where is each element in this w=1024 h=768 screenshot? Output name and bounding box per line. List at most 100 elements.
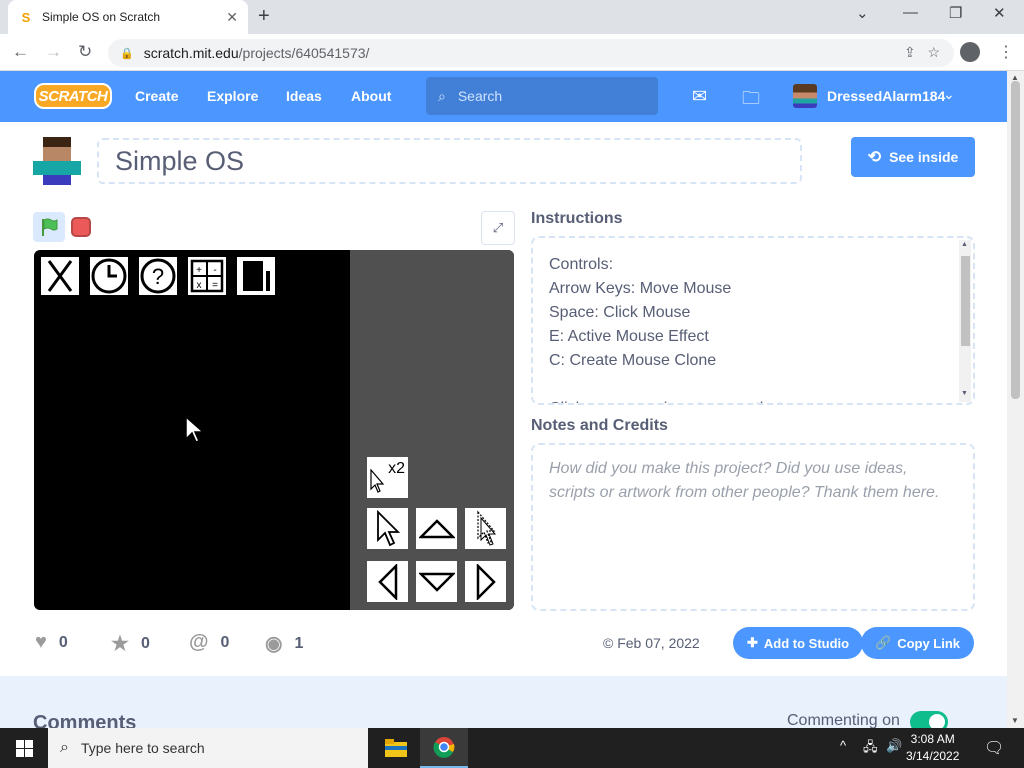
nav-ideas[interactable]: Ideas: [286, 88, 322, 104]
tab-search-chevron-icon[interactable]: ⌄: [856, 4, 869, 22]
close-tab-icon[interactable]: ✕: [226, 9, 238, 26]
favorite-count: 0: [140, 634, 150, 652]
tab-title: Simple OS on Scratch: [42, 10, 161, 24]
mouse-effect-button[interactable]: [465, 508, 506, 549]
click-mouse-button[interactable]: [367, 508, 408, 549]
green-flag-icon: [42, 218, 58, 236]
love-count: 0: [58, 633, 68, 651]
windows-start-button[interactable]: [0, 728, 48, 768]
share-and-bookmark-icons[interactable]: ⇪ ☆: [904, 44, 940, 61]
favorite-stat[interactable]: ★ 0: [111, 631, 150, 656]
chrome-taskbar-icon[interactable]: [420, 728, 468, 768]
instructions-scrollbar[interactable]: ▲ ▼: [959, 240, 971, 402]
down-arrow-button[interactable]: [416, 561, 457, 602]
notifications-icon[interactable]: 🗨: [984, 738, 1004, 758]
instructions-textarea[interactable]: Controls: Arrow Keys: Move Mouse Space: …: [531, 236, 975, 405]
search-icon: ⌕: [438, 87, 446, 104]
search-input[interactable]: ⌕ Search: [426, 77, 658, 115]
up-arrow-button[interactable]: [416, 508, 457, 549]
see-inside-label: See inside: [889, 149, 959, 165]
scratch-favicon-icon: S: [21, 9, 31, 25]
see-inside-button[interactable]: ⟲ See inside: [851, 137, 975, 177]
green-flag-button[interactable]: [33, 212, 65, 242]
notes-placeholder: How did you make this project? Did you u…: [549, 460, 940, 501]
file-explorer-taskbar-icon[interactable]: [372, 728, 420, 768]
view-count: 1: [294, 634, 304, 652]
profile-avatar-icon[interactable]: [960, 42, 980, 62]
remix-count: 0: [220, 633, 230, 651]
scratch-navbar: SCRATCH Create Explore Ideas About ⌕ Sea…: [0, 71, 1007, 122]
project-author-avatar[interactable]: [33, 137, 81, 185]
new-tab-icon[interactable]: +: [258, 5, 270, 28]
back-arrow-icon[interactable]: ←: [12, 42, 29, 62]
minimize-icon[interactable]: —: [903, 4, 918, 21]
browser-tab[interactable]: S Simple OS on Scratch ✕: [8, 0, 248, 34]
show-hidden-icons-icon[interactable]: ^: [840, 738, 846, 753]
copy-link-button[interactable]: 🔗 Copy Link: [861, 627, 975, 659]
page-scrollbar[interactable]: ▲ ▼: [1007, 71, 1024, 728]
browser-menu-icon[interactable]: ⋮: [998, 42, 1014, 62]
scroll-up-icon[interactable]: ▲: [961, 241, 968, 248]
left-arrow-button[interactable]: [367, 561, 408, 602]
taskbar-search-placeholder: Type here to search: [80, 740, 205, 756]
virtual-mouse-cursor-icon: [185, 415, 205, 443]
nav-about[interactable]: About: [351, 88, 391, 104]
svg-text:-: -: [213, 265, 216, 276]
project-date: © Feb 07, 2022: [603, 635, 700, 651]
calculator-app-icon[interactable]: + - x =: [186, 255, 228, 297]
instructions-scroll-thumb[interactable]: [961, 256, 970, 346]
windows-taskbar: ⌕ Type here to search ^ 🖧 🔊 3:08 AM 3/14…: [0, 728, 1024, 768]
scroll-down-icon[interactable]: ▼: [1011, 716, 1019, 725]
see-inside-icon: ⟲: [867, 149, 882, 166]
username[interactable]: DressedAlarm184: [827, 88, 945, 104]
url-host: scratch.mit.edu: [143, 45, 239, 61]
close-app-icon[interactable]: [39, 255, 81, 297]
add-to-studio-button[interactable]: ✚ Add to Studio: [733, 627, 864, 659]
notes-textarea[interactable]: How did you make this project? Did you u…: [531, 443, 975, 611]
user-avatar[interactable]: [793, 84, 817, 108]
instruction-line: E: Active Mouse Effect: [549, 328, 709, 345]
window-close-icon[interactable]: ✕: [993, 4, 1006, 22]
address-bar[interactable]: 🔒 scratch.mit.edu/projects/640541573/ ⇪ …: [108, 39, 954, 67]
windows-logo-icon: [15, 739, 33, 757]
my-stuff-folder-icon[interactable]: 🗀: [742, 86, 760, 116]
network-icon[interactable]: 🖧: [863, 738, 878, 760]
lock-icon: 🔒: [120, 47, 134, 60]
plus-icon: ✚: [747, 635, 758, 650]
forward-arrow-icon[interactable]: →: [45, 42, 62, 62]
link-icon: 🔗: [875, 635, 892, 650]
fullscreen-button[interactable]: ⤢: [481, 211, 515, 245]
clock-time: 3:08 AM: [910, 732, 955, 746]
stage-control-panel: [350, 250, 514, 610]
nav-explore[interactable]: Explore: [207, 88, 258, 104]
instruction-line: Click on an app icon to open that app.: [549, 397, 957, 403]
scratch-logo[interactable]: SCRATCH: [34, 83, 112, 109]
svg-text:?: ?: [152, 264, 164, 289]
clone-mouse-x2-button[interactable]: x2: [367, 457, 408, 498]
reload-icon[interactable]: ↻: [78, 42, 92, 62]
scrollbar-thumb[interactable]: [1011, 81, 1020, 399]
paint-app-icon[interactable]: [235, 255, 277, 297]
taskbar-clock[interactable]: 3:08 AM 3/14/2022: [906, 731, 959, 765]
add-to-studio-label: Add to Studio: [763, 635, 850, 651]
scroll-down-icon[interactable]: ▼: [961, 390, 968, 397]
clock-app-icon[interactable]: [88, 255, 130, 297]
project-stage[interactable]: ? + - x = x2: [34, 250, 514, 610]
messages-icon[interactable]: ✉: [692, 86, 707, 107]
instruction-line: [549, 373, 957, 397]
love-stat[interactable]: ♥ 0: [35, 631, 68, 654]
right-arrow-button[interactable]: [465, 561, 506, 602]
restore-icon[interactable]: ❐: [949, 4, 962, 22]
remix-spiral-icon: @: [189, 631, 209, 653]
x2-label: x2: [388, 460, 405, 477]
volume-icon[interactable]: 🔊: [886, 738, 902, 754]
url-path: /projects/640541573/: [238, 45, 370, 61]
account-caret-icon[interactable]: ⌄: [943, 86, 955, 103]
nav-create[interactable]: Create: [135, 88, 179, 104]
taskbar-search-input[interactable]: ⌕ Type here to search: [48, 728, 368, 768]
notes-heading: Notes and Credits: [531, 417, 668, 434]
stop-button[interactable]: [71, 217, 91, 237]
help-app-icon[interactable]: ?: [137, 255, 179, 297]
project-title-input[interactable]: Simple OS: [97, 138, 802, 184]
heart-icon: ♥: [35, 631, 47, 653]
